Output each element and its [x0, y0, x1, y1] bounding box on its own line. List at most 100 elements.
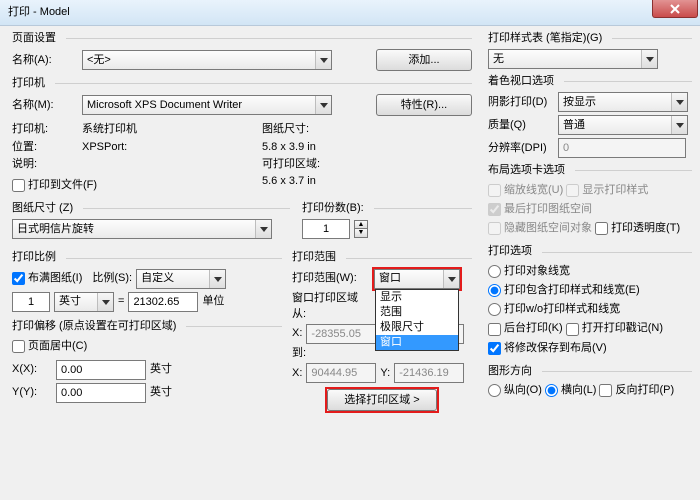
plot-with-styles-radio[interactable]	[488, 284, 501, 297]
plot-stamp-label: 打开打印戳记(N)	[582, 322, 663, 335]
paper-size-combo-value: 日式明信片旋转	[13, 223, 255, 236]
landscape-radio[interactable]	[545, 384, 558, 397]
scale-left-input[interactable]	[12, 292, 50, 312]
from-x-input	[306, 324, 376, 344]
plot-transparency-checkbox[interactable]	[595, 222, 608, 235]
offset-y-input[interactable]	[56, 383, 146, 403]
page-setup-name-value: <无>	[83, 54, 315, 67]
select-print-area-button[interactable]: 选择打印区域 >	[327, 389, 437, 411]
hide-paperspace-obj-checkbox	[488, 222, 501, 235]
from-x-label: X:	[292, 327, 302, 340]
save-layout-label: 将修改保存到布局(V)	[504, 342, 607, 355]
divider	[374, 208, 472, 209]
offset-x-input[interactable]	[56, 360, 146, 380]
titlebar: 打印 - Model	[0, 0, 700, 26]
units-suffix: 单位	[202, 295, 224, 308]
shade-combo[interactable]: 按显示	[558, 92, 688, 112]
plot-lineweight-radio[interactable]	[488, 265, 501, 278]
divider	[55, 83, 472, 84]
chevron-down-icon	[97, 293, 113, 311]
window-close-button[interactable]	[652, 0, 698, 18]
printer-group-label: 打印机	[12, 77, 49, 90]
printable-area-value: 5.6 x 3.7 in	[262, 175, 316, 188]
plot-wo-styles-radio[interactable]	[488, 303, 501, 316]
chevron-down-icon	[255, 220, 271, 238]
dropdown-option[interactable]: 极限尺寸	[376, 320, 458, 335]
plot-style-combo[interactable]: 无	[488, 49, 658, 69]
center-page-checkbox[interactable]	[12, 340, 25, 353]
portrait-radio[interactable]	[488, 384, 501, 397]
plot-stamp-checkbox[interactable]	[566, 323, 579, 336]
scale-lineweight-label: 缩放线宽(U)	[504, 184, 563, 197]
chevron-down-icon	[671, 116, 687, 134]
plot-paperspace-last-checkbox	[488, 203, 501, 216]
copies-input[interactable]	[302, 219, 350, 239]
paper-size-label: 图纸尺寸:	[262, 123, 309, 136]
printer-info-value: 系统打印机	[82, 123, 137, 136]
left-column: 页面设置 名称(A): <无> 添加... 打印机 名称(M):	[0, 26, 480, 500]
spinner-up-icon[interactable]: ▲	[354, 220, 368, 229]
print-range-combo[interactable]: 窗口 显示 范围 极限尺寸 窗口	[374, 269, 460, 289]
background-print-label: 后台打印(K)	[504, 322, 563, 335]
scale-unit-combo[interactable]: 英寸	[54, 292, 114, 312]
printer-location-value: XPSPort:	[82, 141, 127, 154]
plot-lineweight-label: 打印对象线宽	[504, 265, 570, 278]
divider	[66, 38, 472, 39]
print-range-combo-value: 窗口	[375, 272, 443, 285]
group-print-options: 打印选项 打印对象线宽 打印包含打印样式和线宽(E) 打印w/o打印样式和线宽 …	[488, 245, 692, 359]
background-print-checkbox[interactable]	[488, 323, 501, 336]
quality-combo[interactable]: 普通	[558, 115, 688, 135]
printable-area-label: 可打印区域:	[262, 158, 320, 171]
offset-y-label: Y(Y):	[12, 386, 52, 399]
ratio-label: 比例(S):	[92, 272, 132, 285]
fit-to-paper-label: 布满图纸(I)	[28, 272, 82, 285]
dropdown-option[interactable]: 范围	[376, 305, 458, 320]
divider	[83, 208, 290, 209]
printer-name-combo[interactable]: Microsoft XPS Document Writer	[82, 95, 332, 115]
print-to-file-checkbox[interactable]	[12, 179, 25, 192]
offset-y-unit: 英寸	[150, 386, 172, 399]
offset-x-label: X(X):	[12, 363, 52, 376]
scale-group-label: 打印比例	[12, 251, 60, 264]
chevron-down-icon	[209, 270, 225, 288]
group-offset: 打印偏移 (原点设置在可打印区域) 页面居中(C) X(X): 英寸 Y(Y):…	[12, 320, 282, 403]
add-button[interactable]: 添加...	[376, 49, 472, 71]
dropdown-option[interactable]: 显示	[376, 290, 458, 305]
scale-right-input[interactable]	[128, 292, 198, 312]
to-x-label: X:	[292, 367, 302, 380]
printer-note-label: 说明:	[12, 158, 78, 171]
plot-transparency-label: 打印透明度(T)	[611, 222, 680, 235]
paper-size-combo[interactable]: 日式明信片旋转	[12, 219, 272, 239]
printer-properties-button[interactable]: 特性(R)...	[376, 94, 472, 116]
to-label: 到:	[292, 347, 306, 360]
offset-group-label: 打印偏移 (原点设置在可打印区域)	[12, 320, 180, 333]
chevron-down-icon	[315, 51, 331, 69]
group-scale: 打印比例 布满图纸(I) 比例(S): 自定义 英寸	[12, 251, 282, 414]
quality-label: 质量(Q)	[488, 119, 554, 132]
save-layout-checkbox[interactable]	[488, 342, 501, 355]
fit-to-paper-checkbox[interactable]	[12, 272, 25, 285]
spinner-down-icon[interactable]: ▼	[354, 229, 368, 238]
print-range-dropdown[interactable]: 显示 范围 极限尺寸 窗口	[375, 289, 459, 352]
divider	[564, 81, 692, 82]
chevron-down-icon	[671, 93, 687, 111]
group-copies: 打印份数(B): ▲ ▼	[302, 202, 472, 242]
printer-location-label: 位置:	[12, 141, 78, 154]
dropdown-option-selected[interactable]: 窗口	[376, 335, 458, 350]
scale-unit-combo-value: 英寸	[55, 295, 97, 308]
plot-with-styles-label: 打印包含打印样式和线宽(E)	[504, 284, 640, 297]
group-orientation: 图形方向 纵向(O) 横向(L) 反向打印(P)	[488, 365, 692, 401]
shade-label: 阴影打印(D)	[488, 96, 554, 109]
group-printer: 打印机 名称(M): Microsoft XPS Document Writer…	[12, 77, 472, 196]
ratio-combo[interactable]: 自定义	[136, 269, 226, 289]
reverse-print-checkbox[interactable]	[599, 384, 612, 397]
to-x-input	[306, 363, 376, 383]
divider	[542, 252, 692, 253]
chevron-down-icon	[315, 96, 331, 114]
page-setup-label: 页面设置	[12, 32, 60, 45]
portrait-label: 纵向(O)	[504, 384, 542, 397]
ratio-combo-value: 自定义	[137, 272, 209, 285]
page-setup-name-combo[interactable]: <无>	[82, 50, 332, 70]
print-options-label: 打印选项	[488, 245, 536, 258]
chevron-down-icon	[443, 270, 459, 288]
